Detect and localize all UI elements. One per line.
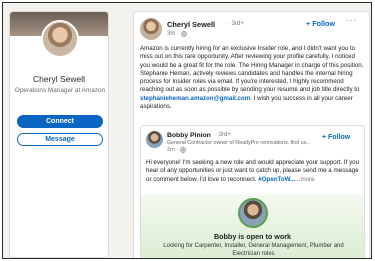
shared-time: 3m · (167, 147, 179, 153)
post-author-avatar[interactable] (140, 18, 162, 40)
post-author-name[interactable]: Cheryl Sewell (167, 20, 215, 29)
profile-name[interactable]: Cheryl Sewell (10, 74, 108, 84)
connect-button[interactable]: Connect (17, 115, 103, 128)
shared-meta: 3m · (167, 147, 187, 153)
shared-post-card[interactable]: Bobby Pinion · 3rd+ General Contractor o… (140, 125, 365, 258)
profile-avatar[interactable] (41, 20, 79, 58)
post-time: 3m · (167, 31, 179, 37)
post-author-degree: · 3rd+ (228, 21, 244, 27)
post-meta: 3m · (167, 31, 187, 37)
message-button[interactable]: Message (17, 133, 103, 146)
shared-author-name[interactable]: Bobby Pinion (167, 132, 211, 139)
profile-card: Cheryl Sewell Operations Manager at Amaz… (9, 11, 109, 258)
see-more-link[interactable]: ...more (295, 176, 314, 183)
open-to-work-banner[interactable]: Bobby is open to work Looking for Carpen… (141, 194, 364, 258)
email-link[interactable]: stephanieheman.amazon@gmail.com (140, 95, 250, 102)
shared-body-text: Hi everyone! I'm seeking a new role and … (146, 159, 360, 183)
post-body-text: Amazon is currently hiring for an exclus… (140, 45, 364, 94)
follow-button[interactable]: + Follow (306, 19, 335, 28)
shared-author-degree: · 3rd+ (215, 132, 231, 138)
shared-follow-button[interactable]: + Follow (322, 134, 350, 141)
open-to-work-title: Bobby is open to work (213, 232, 292, 241)
ellipsis-icon[interactable]: ··· (346, 16, 357, 25)
post-body: Amazon is currently hiring for an exclus… (140, 45, 366, 111)
shared-author-headline: General Contractor owner of ReadyPro ren… (167, 140, 311, 146)
globe-icon (180, 147, 187, 153)
shared-body: Hi everyone! I'm seeking a new role and … (146, 159, 361, 184)
open-to-work-avatar (238, 198, 268, 228)
post-card: Cheryl Sewell · 3rd+ 3m · + Follow ··· A… (133, 11, 370, 258)
profile-headline: Operations Manager at Amazon (14, 87, 106, 94)
hashtag-link[interactable]: #OpenToW... (258, 176, 295, 183)
open-to-work-roles: Looking for Carpenter, Installer, Genera… (163, 243, 344, 257)
shared-author-avatar[interactable] (146, 131, 163, 148)
globe-icon (181, 31, 187, 37)
app-window: Cheryl Sewell Operations Manager at Amaz… (2, 2, 372, 259)
